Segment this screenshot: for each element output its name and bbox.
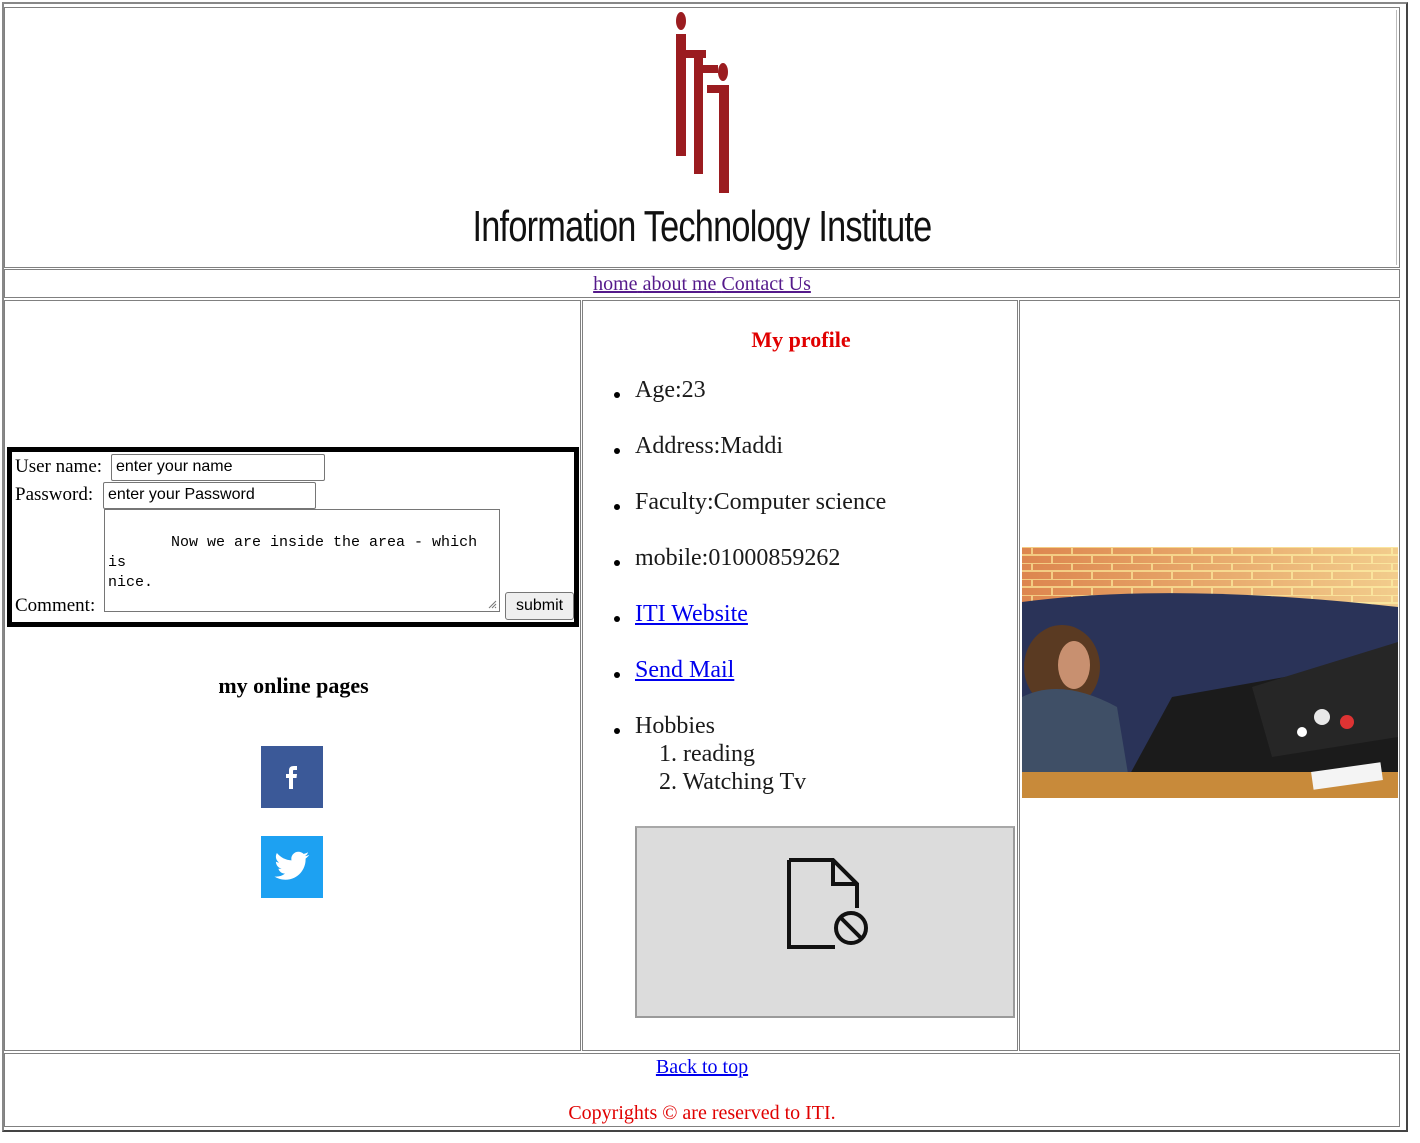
- iti-logo-icon: [676, 12, 729, 193]
- logo-text: Information Technology Institute: [472, 202, 932, 251]
- nav-bar: home about me Contact Us: [4, 269, 1400, 298]
- twitter-link[interactable]: [261, 836, 323, 898]
- facebook-icon: [261, 746, 323, 808]
- username-input[interactable]: enter your name: [111, 454, 325, 481]
- profile-title: My profile: [751, 327, 851, 352]
- faculty-item: Faculty:Computer science: [613, 489, 887, 515]
- hobby-label: Watching Tv: [682, 769, 807, 795]
- header: Information Technology Institute: [4, 7, 1400, 268]
- submit-button[interactable]: submit: [505, 592, 574, 620]
- website-item: ITI Website: [614, 601, 748, 628]
- age-item: Age:23: [614, 377, 706, 403]
- header-divider: [1396, 10, 1397, 265]
- left-column: User name: enter your name Password: ent…: [4, 300, 581, 1051]
- password-label: Password:: [15, 484, 94, 505]
- back-to-top-link[interactable]: Back to top: [5, 1056, 1399, 1079]
- broken-media-placeholder: [635, 826, 1015, 1018]
- password-input[interactable]: enter your Password: [103, 482, 316, 509]
- comment-label: Comment:: [15, 595, 96, 616]
- username-label: User name:: [15, 456, 103, 477]
- login-form: User name: enter your name Password: ent…: [7, 447, 579, 627]
- comment-textarea[interactable]: Now we are inside the area - which is ni…: [104, 509, 500, 612]
- hobby-label: reading: [683, 741, 755, 767]
- send-mail-link[interactable]: Send Mail: [635, 657, 734, 683]
- hobby-item: 1. reading: [659, 741, 755, 767]
- mobile-item: mobile:01000859262: [613, 545, 841, 571]
- copyright-text: Copyrights © are reserved to ITI.: [568, 1102, 836, 1124]
- nav-home-link[interactable]: home: [593, 273, 637, 295]
- hobbies-item: Hobbies: [614, 713, 715, 739]
- profile-column: My profile Age:23 Address:Maddi Faculty:…: [582, 300, 1018, 1051]
- footer: Back to top Copyrights © are reserved to…: [4, 1053, 1400, 1127]
- photo-column: [1019, 300, 1400, 1051]
- resize-grip-icon[interactable]: [488, 600, 497, 609]
- nav-contact-link[interactable]: Contact Us: [721, 273, 810, 295]
- iti-website-link[interactable]: ITI Website: [635, 601, 748, 627]
- twitter-icon: [261, 836, 323, 898]
- broken-file-icon: [787, 858, 868, 949]
- online-pages-title: my online pages: [218, 673, 369, 698]
- mail-item: Send Mail: [613, 657, 734, 684]
- address-item: Address:Maddi: [614, 433, 783, 459]
- profile-photo: [1022, 547, 1398, 798]
- hobby-item: 2. Watching Tv: [659, 769, 807, 795]
- comment-text: Now we are inside the area - which is ni…: [108, 534, 478, 591]
- facebook-link[interactable]: [261, 746, 323, 808]
- nav-about-link[interactable]: about me: [643, 273, 717, 295]
